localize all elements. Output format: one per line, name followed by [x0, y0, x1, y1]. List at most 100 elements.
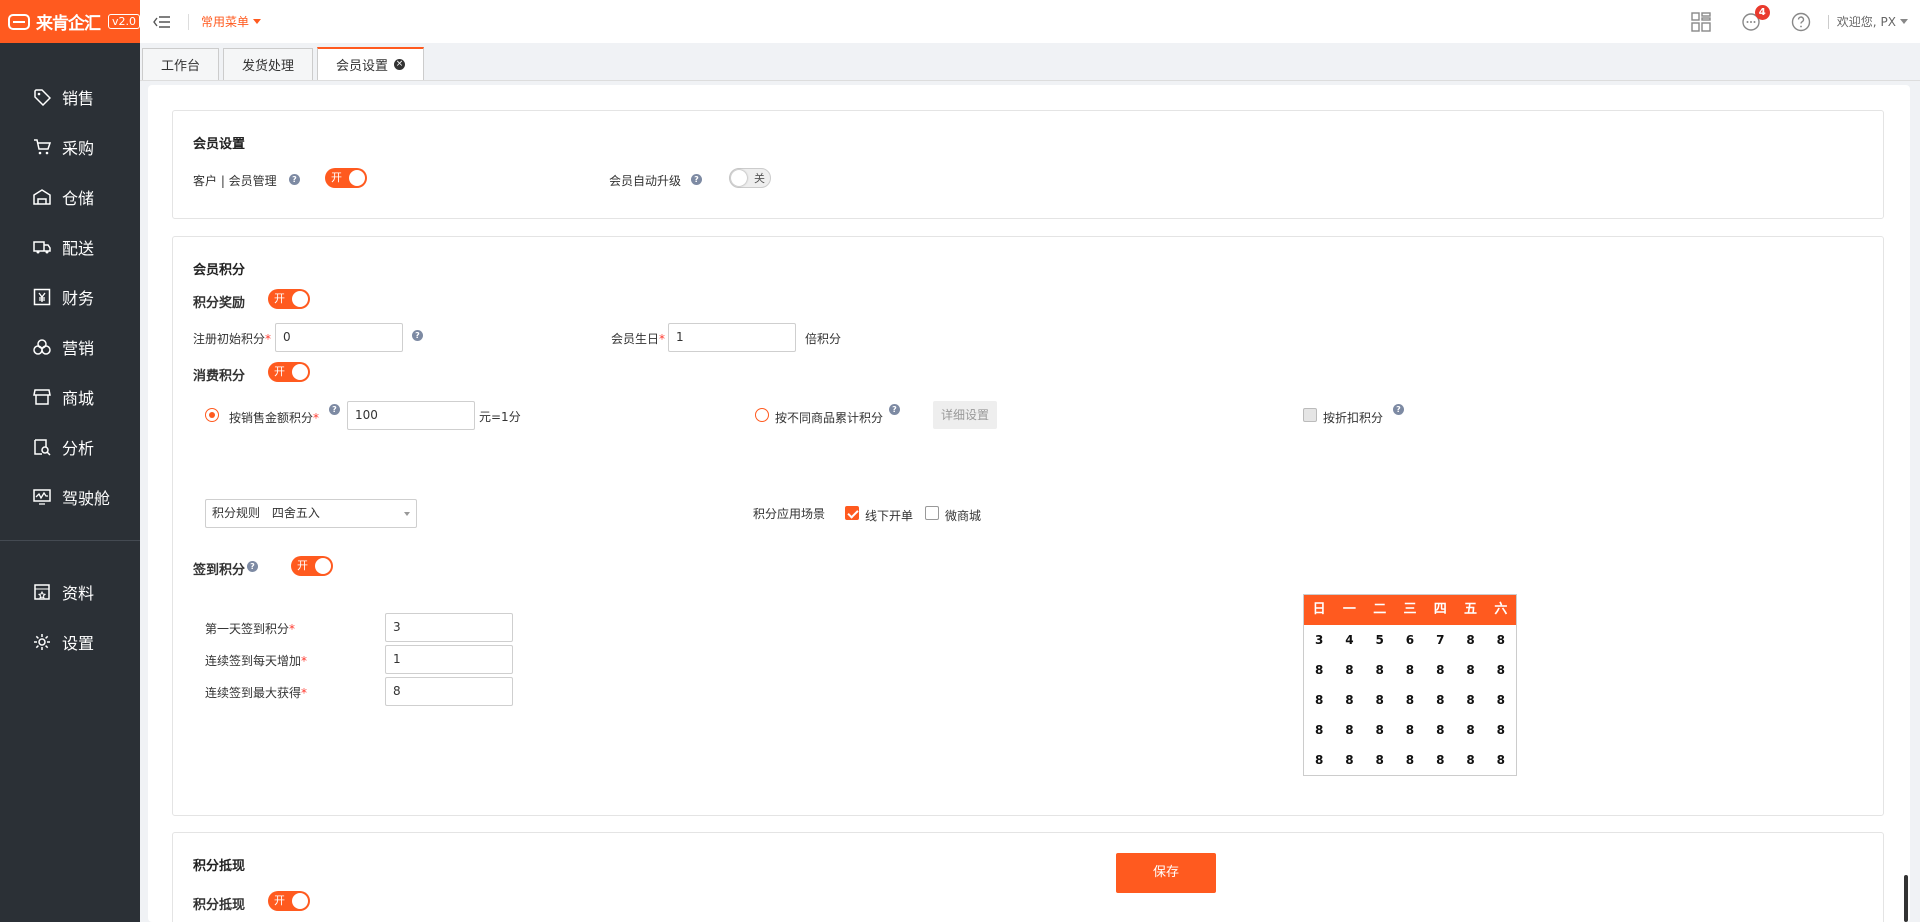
help-icon[interactable]: ?: [329, 404, 340, 415]
switch-knob: [292, 291, 308, 307]
reward-label: 积分奖励: [193, 296, 246, 311]
scene-offline-checkbox[interactable]: [845, 506, 859, 520]
detail-settings-button[interactable]: 详细设置: [933, 401, 998, 429]
help-icon[interactable]: ?: [412, 330, 423, 341]
member-settings-card: 会员设置 客户 | 会员管理 ? 开 会员自动升级 ? 关: [172, 110, 1884, 219]
sidebar-item-dashboard[interactable]: 驾驶舱: [0, 472, 140, 522]
sidebar-item-marketing[interactable]: 营销: [0, 322, 140, 372]
help-icon[interactable]: ?: [691, 174, 702, 185]
calendar-row: 3 4 5 6 7 8 8: [1304, 625, 1516, 655]
message-icon[interactable]: 4: [1740, 4, 1770, 33]
register-points-input[interactable]: 0: [275, 323, 403, 352]
truck-icon: [32, 237, 52, 257]
sidebar-item-purchase[interactable]: 采购: [0, 122, 140, 172]
switch-text: 开: [331, 171, 342, 184]
user-menu[interactable]: 欢迎您, PX: [1837, 13, 1908, 30]
max-input[interactable]: 8: [385, 677, 513, 706]
sidebar-item-sales[interactable]: 销售: [0, 72, 140, 122]
sidebar-item-settings[interactable]: 设置: [0, 617, 140, 667]
sidebar-item-store[interactable]: 商城: [0, 372, 140, 422]
help-icon[interactable]: ?: [289, 174, 300, 185]
common-menu-label: 常用菜单: [201, 15, 250, 29]
calendar-cell: 8: [1375, 753, 1384, 767]
sidebar-item-warehouse[interactable]: 仓储: [0, 172, 140, 222]
required-mark: *: [301, 654, 308, 668]
calendar-cell: 5: [1375, 633, 1384, 647]
by-discount-checkbox[interactable]: [1303, 408, 1317, 422]
sidebar-nav: 销售 采购 仓储 配送 财务 营销 商城 分析 驾驶舱 资料 设置: [0, 72, 140, 667]
switch-text: 开: [274, 292, 285, 305]
yen-icon: [32, 287, 52, 307]
switch-knob: [292, 893, 308, 909]
user-name: PX: [1880, 14, 1896, 29]
switch-knob: [292, 364, 308, 380]
tab-workbench[interactable]: 工作台: [142, 48, 220, 80]
by-amount-label: 按销售金额积分*: [229, 409, 319, 426]
common-menu-dropdown[interactable]: 常用菜单: [201, 13, 262, 30]
calendar-row: 8 8 8 8 8 8 8: [1304, 655, 1516, 685]
signin-switch[interactable]: 开: [291, 556, 333, 576]
scene-label: 积分应用场景: [753, 507, 826, 521]
save-button[interactable]: 保存: [1116, 853, 1216, 893]
birthday-text: 会员生日: [611, 332, 660, 346]
calendar-cell: 8: [1405, 693, 1415, 707]
points-offset-switch[interactable]: 开: [268, 891, 310, 911]
calendar-cell: 8: [1466, 753, 1475, 767]
calendar-weekday: 日: [1312, 602, 1326, 617]
scrollbar[interactable]: [1904, 875, 1908, 922]
points-offset-label: 积分抵现: [193, 898, 246, 913]
first-day-input[interactable]: 3: [385, 613, 513, 642]
calendar-cell: 7: [1436, 633, 1445, 647]
reward-switch[interactable]: 开: [268, 289, 310, 309]
auto-upgrade-switch[interactable]: 关: [729, 168, 771, 188]
by-amount-radio[interactable]: [205, 408, 219, 422]
help-icon[interactable]: ?: [247, 561, 258, 572]
birthday-multiplier-input[interactable]: 1: [668, 323, 796, 352]
consume-switch[interactable]: 开: [268, 362, 310, 382]
tab-label: 会员设置: [336, 59, 389, 74]
apps-grid-icon[interactable]: [1690, 11, 1712, 33]
sidebar-item-label: 仓储: [62, 189, 95, 208]
calendar-cell: 8: [1436, 723, 1445, 737]
calendar-cell: 8: [1345, 723, 1354, 737]
tab-shipping[interactable]: 发货处理: [223, 48, 314, 80]
by-amount-input[interactable]: 100: [347, 401, 475, 430]
calendar-cell: 8: [1496, 693, 1505, 707]
switch-text: 开: [274, 365, 285, 378]
logo[interactable]: 来肯企汇 v2.0: [0, 0, 140, 43]
calendar-weekday: 六: [1494, 602, 1508, 617]
rule-select[interactable]: 积分规则 四舍五入: [205, 499, 417, 528]
consume-label: 消费积分: [193, 369, 246, 384]
calendar-cell: 8: [1314, 753, 1324, 767]
sidebar-item-label: 营销: [62, 339, 95, 358]
help-icon[interactable]: ?: [889, 404, 900, 415]
calendar-cell: 8: [1436, 663, 1445, 677]
daily-increase-label: 连续签到每天增加*: [205, 652, 307, 669]
by-product-radio[interactable]: [755, 408, 769, 422]
required-mark: *: [301, 686, 308, 700]
collapse-menu-icon[interactable]: [150, 15, 174, 29]
sidebar-item-data[interactable]: 资料: [0, 567, 140, 617]
calendar-cell: 8: [1314, 723, 1324, 737]
calendar-cell: 8: [1375, 693, 1384, 707]
cart-icon: [32, 137, 52, 157]
customer-member-switch[interactable]: 开: [325, 168, 367, 188]
sidebar-item-analysis[interactable]: 分析: [0, 422, 140, 472]
calendar-cell: 8: [1314, 663, 1324, 677]
daily-increase-input[interactable]: 1: [385, 645, 513, 674]
scene-wechat-checkbox[interactable]: [925, 506, 939, 520]
sidebar-item-label: 资料: [62, 584, 95, 603]
required-mark: *: [659, 332, 666, 346]
sidebar-item-label: 销售: [62, 89, 95, 108]
help-icon[interactable]: [1790, 11, 1812, 33]
topbar-separator: [1827, 14, 1829, 29]
close-icon[interactable]: ×: [394, 59, 406, 70]
first-day-label: 第一天签到积分*: [205, 620, 295, 637]
sidebar-item-delivery[interactable]: 配送: [0, 222, 140, 272]
tab-member-settings[interactable]: 会员设置 ×: [317, 47, 425, 80]
switch-knob: [731, 170, 747, 186]
sidebar-item-finance[interactable]: 财务: [0, 272, 140, 322]
notification-badge: 4: [1754, 4, 1770, 20]
tab-label: 工作台: [161, 59, 201, 74]
help-icon[interactable]: ?: [1393, 404, 1404, 415]
